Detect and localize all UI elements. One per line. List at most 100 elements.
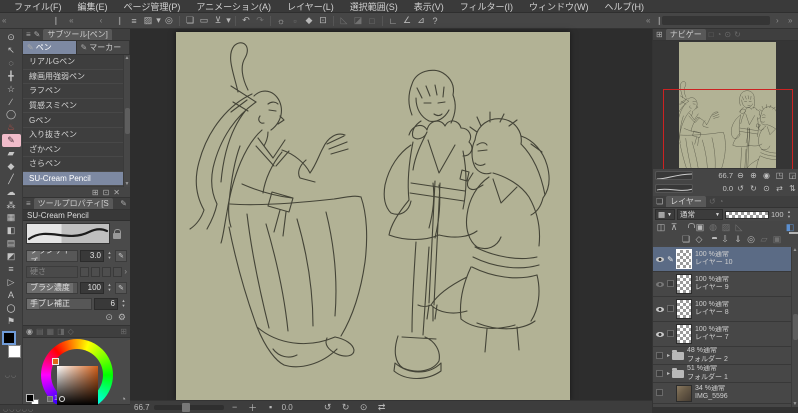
- text-tool[interactable]: A: [2, 289, 21, 302]
- panel-menu-icon[interactable]: ≡: [26, 199, 31, 208]
- navigator-view[interactable]: [653, 41, 798, 169]
- navigator-title[interactable]: ナビゲー: [665, 29, 706, 40]
- chevron-down-icon[interactable]: ▾: [155, 15, 162, 26]
- cmdbar-overflow-icon[interactable]: »: [788, 16, 792, 25]
- deselect-icon[interactable]: ☼: [274, 16, 288, 26]
- panel-menu-icon[interactable]: ≡: [26, 30, 31, 39]
- help-icon[interactable]: ?: [428, 16, 442, 26]
- layer-color-icon[interactable]: ◧: [784, 222, 796, 233]
- merge-with-lower-icon[interactable]: ⇓: [732, 234, 744, 245]
- menu-file[interactable]: ファイル(F): [6, 0, 70, 13]
- panel-collapse-icon-2[interactable]: «: [69, 16, 73, 25]
- edit-target-box[interactable]: [667, 329, 674, 337]
- visibility-eye-icon[interactable]: [655, 307, 664, 312]
- edit-target-box[interactable]: [667, 279, 674, 287]
- layer-folder-row[interactable]: ▸ 48 %通常 フォルダー 2: [653, 347, 791, 365]
- hardness-segment[interactable]: [102, 266, 112, 277]
- menu-layer[interactable]: レイヤー(L): [279, 0, 342, 13]
- brush-density-slider[interactable]: ブラシ濃度: [26, 281, 78, 294]
- layer-opacity-stepper[interactable]: ▲ ▼: [786, 209, 793, 219]
- frame-tool[interactable]: ≡: [2, 263, 21, 276]
- open-file-icon[interactable]: ▭: [197, 15, 211, 26]
- menu-edit[interactable]: 編集(E): [70, 0, 116, 13]
- layer-search-tab-icon[interactable]: ◔: [719, 197, 724, 206]
- edit-target-box[interactable]: [656, 389, 663, 396]
- lock-icon[interactable]: [113, 228, 121, 239]
- panel-dock-icon[interactable]: ⊞: [656, 30, 663, 39]
- apply-mask-icon[interactable]: ▱: [758, 234, 770, 245]
- fill-tool[interactable]: ◧: [2, 224, 21, 237]
- canvas-zoom-slider[interactable]: [153, 402, 224, 412]
- ruler-snap-icon-2[interactable]: ◪: [351, 15, 365, 26]
- pen-tool[interactable]: ✎: [1, 134, 21, 148]
- eyedropper-tool[interactable]: ∕: [2, 95, 21, 108]
- delete-layer-icon[interactable]: [784, 234, 796, 244]
- screen-settings-icon[interactable]: ◎: [162, 15, 176, 26]
- divide-frame-icon[interactable]: ▣: [771, 234, 783, 245]
- nav-zoom-in-icon[interactable]: ⊕: [748, 171, 759, 180]
- cmdbar-scroll-left-icon[interactable]: «: [646, 16, 650, 25]
- cmdbar-scroll-right-icon[interactable]: ›: [776, 16, 779, 25]
- gradient-tool[interactable]: ▤: [2, 237, 21, 250]
- nav-flip-horizontal-icon[interactable]: ⇄: [774, 184, 785, 193]
- ruler-snap-icon-3[interactable]: □: [365, 16, 379, 26]
- save-icon[interactable]: ⊻: [211, 15, 225, 26]
- rotation-curve-widget[interactable]: [655, 184, 693, 193]
- subtool-item[interactable]: 質感スミペン: [23, 99, 130, 114]
- reselect-icon[interactable]: ▫: [288, 16, 302, 26]
- selection-area-tool[interactable]: ◌: [2, 57, 21, 70]
- gradient-square-tool[interactable]: ◩: [2, 250, 21, 263]
- new-vector-layer-icon[interactable]: ◇: [693, 234, 705, 245]
- navigator-view-rectangle[interactable]: [663, 89, 793, 169]
- nav-flip-vertical-icon[interactable]: ⇅: [787, 184, 798, 193]
- advanced-settings-icon[interactable]: ⚙: [118, 312, 126, 323]
- nav-zoom-out-icon[interactable]: ⊖: [735, 171, 746, 180]
- brush-size-stepper[interactable]: ▲ ▼: [106, 250, 113, 260]
- decoration-tool[interactable]: ♨: [2, 121, 21, 134]
- invert-selection-icon[interactable]: ◆: [302, 15, 316, 26]
- color-set-tab-icon[interactable]: ▦: [47, 327, 55, 336]
- color-slider-tab-icon[interactable]: ▤: [36, 327, 44, 336]
- blend-tool[interactable]: ⁂: [2, 199, 21, 212]
- auto-select-tool[interactable]: ☆: [2, 83, 21, 96]
- menu-view[interactable]: 表示(V): [406, 0, 452, 13]
- move-tool[interactable]: ╋: [2, 70, 21, 83]
- zoom-curve-widget[interactable]: [655, 171, 693, 180]
- layer-row[interactable]: 100 %通常 レイヤー 9: [653, 272, 791, 297]
- subtool-item[interactable]: さらペン: [23, 157, 130, 172]
- balloon-tool[interactable]: 〇: [2, 302, 21, 315]
- brush-size-slider[interactable]: ブラシサイズ: [26, 249, 78, 262]
- nav-rotate-left-icon[interactable]: ↺: [735, 184, 746, 193]
- subtool-item[interactable]: 線画用強弱ペン: [23, 70, 130, 85]
- rotate-left-icon[interactable]: ↺: [321, 402, 335, 413]
- menu-animation[interactable]: アニメーション(A): [188, 0, 279, 13]
- pattern-tool[interactable]: ▦: [2, 211, 21, 224]
- tab-pen[interactable]: ✎ ペン: [23, 41, 77, 54]
- brush-density-value[interactable]: 100: [80, 281, 104, 294]
- subtool-scrollbar[interactable]: ▲ ▼: [123, 55, 130, 187]
- duplicate-subtool-icon[interactable]: ⊡: [103, 188, 110, 197]
- layer-thumbnail[interactable]: [676, 299, 692, 319]
- foreground-color-swatch[interactable]: [1, 331, 16, 346]
- menu-window[interactable]: ウィンドウ(W): [521, 0, 597, 13]
- visibility-eye-icon[interactable]: [655, 282, 664, 287]
- enable-mask-icon[interactable]: ◍: [707, 222, 719, 233]
- layer-thumbnail[interactable]: [676, 324, 692, 344]
- layer-row[interactable]: 100 %通常 レイヤー 7: [653, 322, 791, 347]
- new-canvas-icon[interactable]: ❏: [183, 15, 197, 26]
- subtool-item-selected[interactable]: SU-Cream Pencil: [23, 171, 130, 187]
- panel-collapse-icon-3[interactable]: ‹: [100, 16, 103, 25]
- object-tool[interactable]: ↖: [2, 44, 21, 57]
- layer-scrollbar[interactable]: ▲ ▼: [791, 247, 798, 407]
- image-layer-thumbnail[interactable]: [676, 384, 692, 402]
- nav-zoom-100-icon[interactable]: ◉: [761, 171, 772, 180]
- tool-switch-icon[interactable]: ▨: [141, 15, 155, 26]
- set-as-draft-icon[interactable]: ⊼: [668, 222, 680, 233]
- ruler-snap-icon-1[interactable]: ◺: [337, 15, 351, 26]
- cmdbar-scrollbar[interactable]: [662, 16, 770, 25]
- expand-folder-icon[interactable]: ▸: [665, 352, 672, 359]
- nav-fit-window-icon[interactable]: ◲: [787, 171, 798, 180]
- kneaded-eraser-tool[interactable]: ◆: [2, 160, 21, 173]
- panel-divider-2[interactable]: ❙: [116, 16, 123, 25]
- layer-panel-icon[interactable]: ❏: [656, 197, 663, 206]
